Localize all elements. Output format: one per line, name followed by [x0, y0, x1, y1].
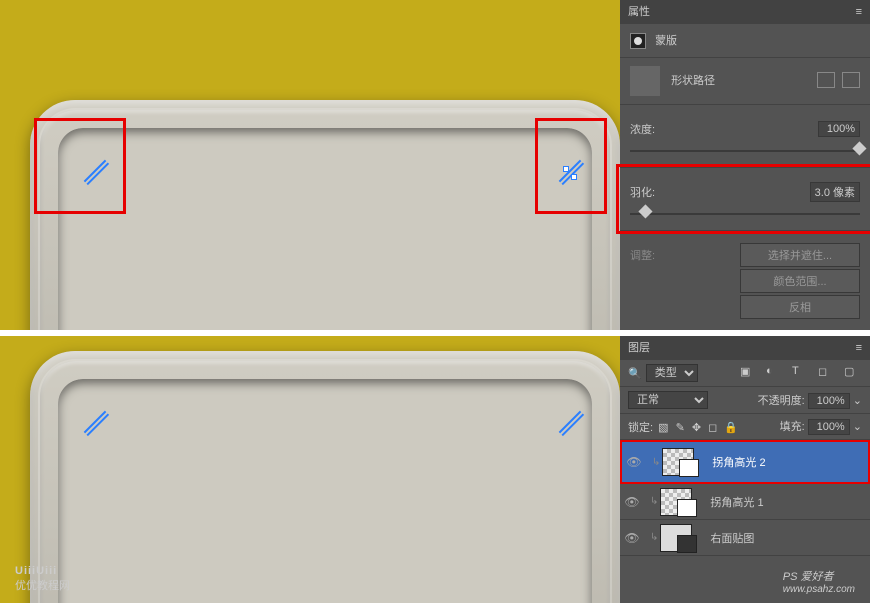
- opacity-label: 不透明度:: [758, 395, 805, 407]
- mask-label: 蒙版: [655, 35, 677, 47]
- visibility-icon[interactable]: 👁: [620, 495, 644, 509]
- lock-trans-icon[interactable]: ▧: [658, 422, 668, 434]
- vector-mask-button[interactable]: [842, 72, 860, 88]
- layer-thumb: [660, 524, 692, 552]
- visibility-icon[interactable]: 👁: [622, 455, 646, 469]
- panel-title: 属性: [628, 0, 650, 24]
- select-mask-button[interactable]: 选择并遮住...: [740, 243, 860, 267]
- pixel-mask-button[interactable]: [817, 72, 835, 88]
- layer-name[interactable]: 拐角高光 2: [712, 454, 765, 470]
- panel-title: 图层: [628, 336, 650, 360]
- shape-label: 形状路径: [671, 75, 715, 87]
- lock-label: 锁定:: [628, 422, 653, 434]
- visibility-icon[interactable]: 👁: [620, 531, 644, 545]
- clip-icon: ↳: [650, 532, 658, 543]
- panel-menu-icon[interactable]: ≡: [848, 0, 870, 24]
- filter-adjust-icon[interactable]: ◐: [766, 365, 784, 381]
- annotation-box-left: [34, 118, 126, 214]
- panel-menu-icon[interactable]: ≡: [848, 336, 870, 360]
- feather-slider[interactable]: [630, 208, 860, 222]
- fill-value[interactable]: 100%: [808, 419, 850, 435]
- layer-row-selected[interactable]: 👁 ↳ 拐角高光 2: [620, 440, 870, 484]
- annotation-box-right: [535, 118, 607, 214]
- shape-path-icon: [630, 66, 660, 96]
- blend-mode-select[interactable]: 正常: [628, 391, 708, 409]
- filter-pixel-icon[interactable]: ▣: [740, 365, 758, 381]
- filter-type-icon[interactable]: T: [792, 365, 810, 381]
- lock-artboard-icon[interactable]: ◻: [708, 422, 717, 434]
- lock-paint-icon[interactable]: ✎: [676, 422, 685, 434]
- filter-shape-icon[interactable]: ◻: [818, 365, 836, 381]
- panel-header: 图层 ≡: [620, 336, 870, 360]
- layer-name[interactable]: 拐角高光 1: [710, 494, 763, 510]
- color-range-button[interactable]: 颜色范围...: [740, 269, 860, 293]
- invert-button[interactable]: 反相: [740, 295, 860, 319]
- layer-row[interactable]: 👁 ↳ 拐角高光 1: [620, 484, 870, 520]
- dropdown-icon[interactable]: ⌄: [853, 421, 862, 433]
- layer-thumb: [660, 488, 692, 516]
- density-value[interactable]: 100%: [818, 121, 860, 137]
- fill-label: 填充:: [780, 421, 805, 433]
- clip-icon: ↳: [650, 496, 658, 507]
- metal-button-bottom: [30, 351, 620, 603]
- watermark-logo: UiiiUiii 优优教程网: [15, 565, 70, 593]
- layer-thumb: [662, 448, 694, 476]
- opacity-value[interactable]: 100%: [808, 393, 850, 409]
- layer-row[interactable]: 👁 ↳ 右面贴图: [620, 520, 870, 556]
- filter-type-select[interactable]: 类型: [646, 364, 698, 382]
- panel-header: 属性 ≡: [620, 0, 870, 24]
- layer-name[interactable]: 右面贴图: [710, 530, 754, 546]
- watermark-right: PS 爱好者 www.psahz.com: [783, 568, 855, 595]
- adjust-label: 调整:: [630, 247, 655, 263]
- search-icon[interactable]: 🔍: [628, 367, 642, 380]
- annotation-box-feather: [616, 164, 870, 234]
- clip-icon: ↳: [652, 457, 660, 468]
- mask-icon: [630, 33, 646, 49]
- dropdown-icon[interactable]: ⌄: [853, 395, 862, 407]
- density-slider[interactable]: [630, 145, 860, 159]
- lock-all-icon[interactable]: 🔒: [724, 422, 738, 434]
- filter-smart-icon[interactable]: ▢: [844, 365, 862, 381]
- lock-pos-icon[interactable]: ✥: [692, 422, 701, 434]
- density-label: 浓度:: [630, 121, 655, 137]
